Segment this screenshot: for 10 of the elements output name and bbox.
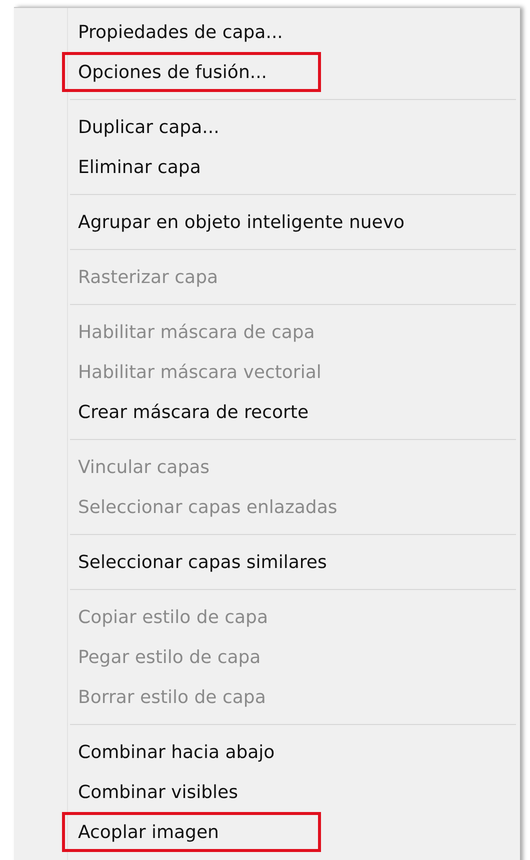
menu-item[interactable]: Seleccionar capas similares	[62, 542, 502, 582]
menu-item[interactable]: Combinar hacia abajo	[62, 732, 502, 772]
menu-item[interactable]: Duplicar capa...	[62, 107, 502, 147]
menu-item[interactable]: Propiedades de capa...	[62, 12, 502, 52]
menu-item[interactable]: Opciones de fusión...	[62, 52, 321, 92]
menu-item[interactable]: Crear máscara de recorte	[62, 392, 502, 432]
menu-item[interactable]: Acoplar imagen	[62, 812, 321, 852]
menu-item[interactable]: Eliminar capa	[62, 147, 502, 187]
menu-item[interactable]: Combinar visibles	[62, 772, 502, 812]
menu-item[interactable]: Agrupar en objeto inteligente nuevo	[62, 202, 502, 242]
